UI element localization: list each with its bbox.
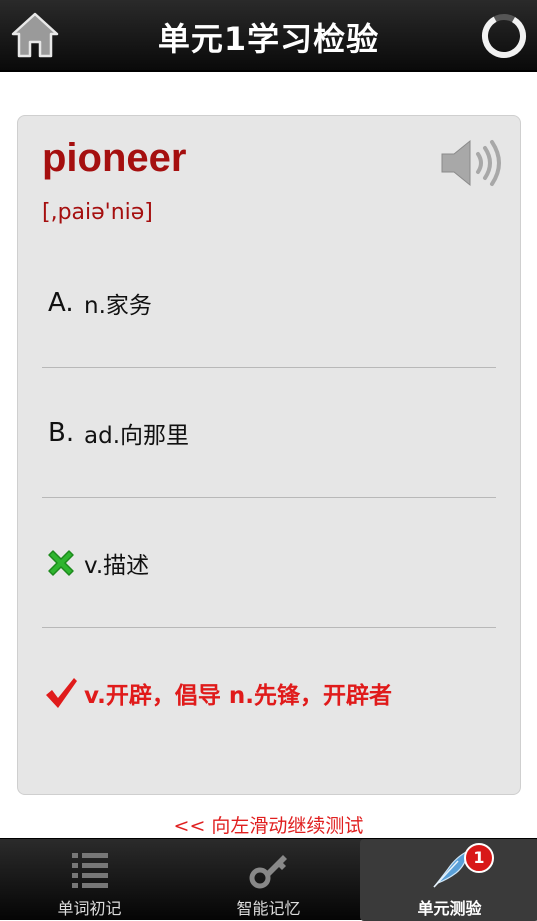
- play-audio-button[interactable]: [440, 138, 506, 188]
- notification-badge: 1: [464, 843, 494, 873]
- speaker-icon: [441, 139, 501, 187]
- tab-label: 单词初记: [57, 899, 122, 918]
- list-icon: [71, 853, 108, 888]
- tab-unit-test[interactable]: 1 单元测验: [360, 839, 537, 921]
- top-bar: 单元1学习检验: [0, 0, 537, 72]
- red-check-icon: [46, 678, 77, 708]
- option-c[interactable]: v.描述: [42, 498, 496, 628]
- tab-label: 智能记忆: [236, 899, 301, 918]
- option-b[interactable]: B. ad.向那里: [42, 368, 496, 498]
- key-icon: [249, 855, 287, 889]
- option-d[interactable]: v.开辟，倡导 n.先锋，开辟者: [42, 628, 496, 758]
- tab-bar: 单词初记 智能记忆 1 单元测验: [0, 838, 537, 921]
- page-title: 单元1学习检验: [157, 20, 380, 58]
- option-text: n.家务: [84, 293, 152, 319]
- tab-word-intro[interactable]: 单词初记: [0, 839, 179, 921]
- option-letter: B.: [48, 418, 75, 448]
- option-text: v.开辟，倡导 n.先锋，开辟者: [84, 683, 392, 709]
- tab-smart-memory[interactable]: 智能记忆: [179, 839, 358, 921]
- option-text: ad.向那里: [84, 423, 190, 449]
- option-a[interactable]: A. n.家务: [42, 238, 496, 368]
- phonetic-text: [,paiə'niə]: [42, 200, 153, 225]
- swipe-hint: << 向左滑动继续测试: [173, 815, 364, 837]
- quiz-word: pioneer: [42, 136, 187, 180]
- progress-ring: [479, 11, 529, 61]
- quiz-card: pioneer [,paiə'niə] A. n.家务 B. ad.向那里 v.…: [17, 115, 521, 795]
- option-text: v.描述: [84, 553, 150, 579]
- option-letter: A.: [48, 288, 74, 318]
- green-x-icon: [48, 550, 74, 576]
- tab-label: 单元测验: [417, 899, 482, 918]
- progress-ring-icon: [482, 13, 526, 58]
